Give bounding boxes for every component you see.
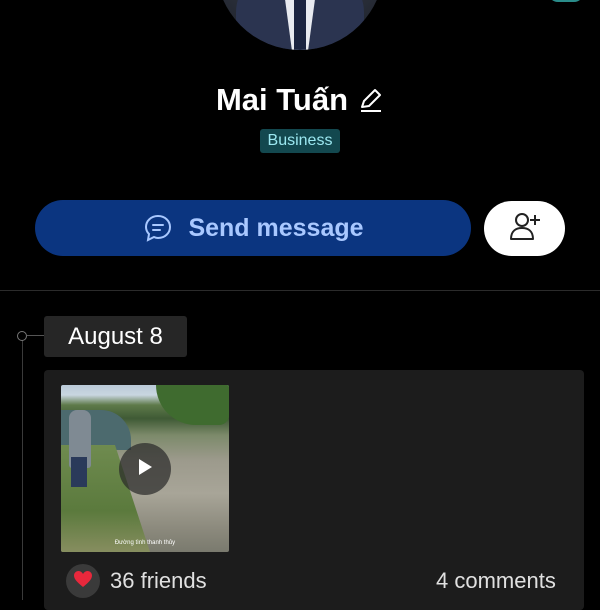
friends-count[interactable]: 36 friends — [110, 568, 207, 594]
play-icon — [136, 457, 154, 482]
timeline-dot — [17, 331, 27, 341]
corner-badge — [548, 0, 584, 2]
add-friend-button[interactable] — [484, 201, 565, 256]
message-icon — [142, 212, 174, 244]
avatar-tie — [294, 0, 306, 50]
send-message-label: Send message — [188, 213, 364, 242]
date-chip: August 8 — [44, 316, 187, 357]
play-button[interactable] — [119, 443, 171, 495]
business-badge: Business — [259, 129, 341, 153]
profile-name: Mai Tuấn — [215, 82, 349, 117]
send-message-button[interactable]: Send message — [35, 200, 471, 256]
add-friend-icon — [508, 209, 542, 248]
thumb-trees — [156, 385, 229, 425]
heart-icon — [73, 570, 93, 593]
name-row: Mai Tuấn — [0, 82, 600, 118]
thumbnail-caption: Đường tình thanh thủy — [114, 540, 176, 546]
thumb-person-legs — [71, 457, 87, 487]
edit-icon[interactable] — [358, 87, 384, 113]
section-divider — [0, 290, 600, 291]
timeline-line — [22, 336, 23, 600]
reaction-badge[interactable] — [66, 564, 100, 598]
profile-avatar[interactable] — [216, 0, 384, 50]
badge-row: Business — [0, 129, 600, 153]
timeline-connector — [27, 335, 44, 336]
comments-count[interactable]: 4 comments — [436, 568, 556, 594]
